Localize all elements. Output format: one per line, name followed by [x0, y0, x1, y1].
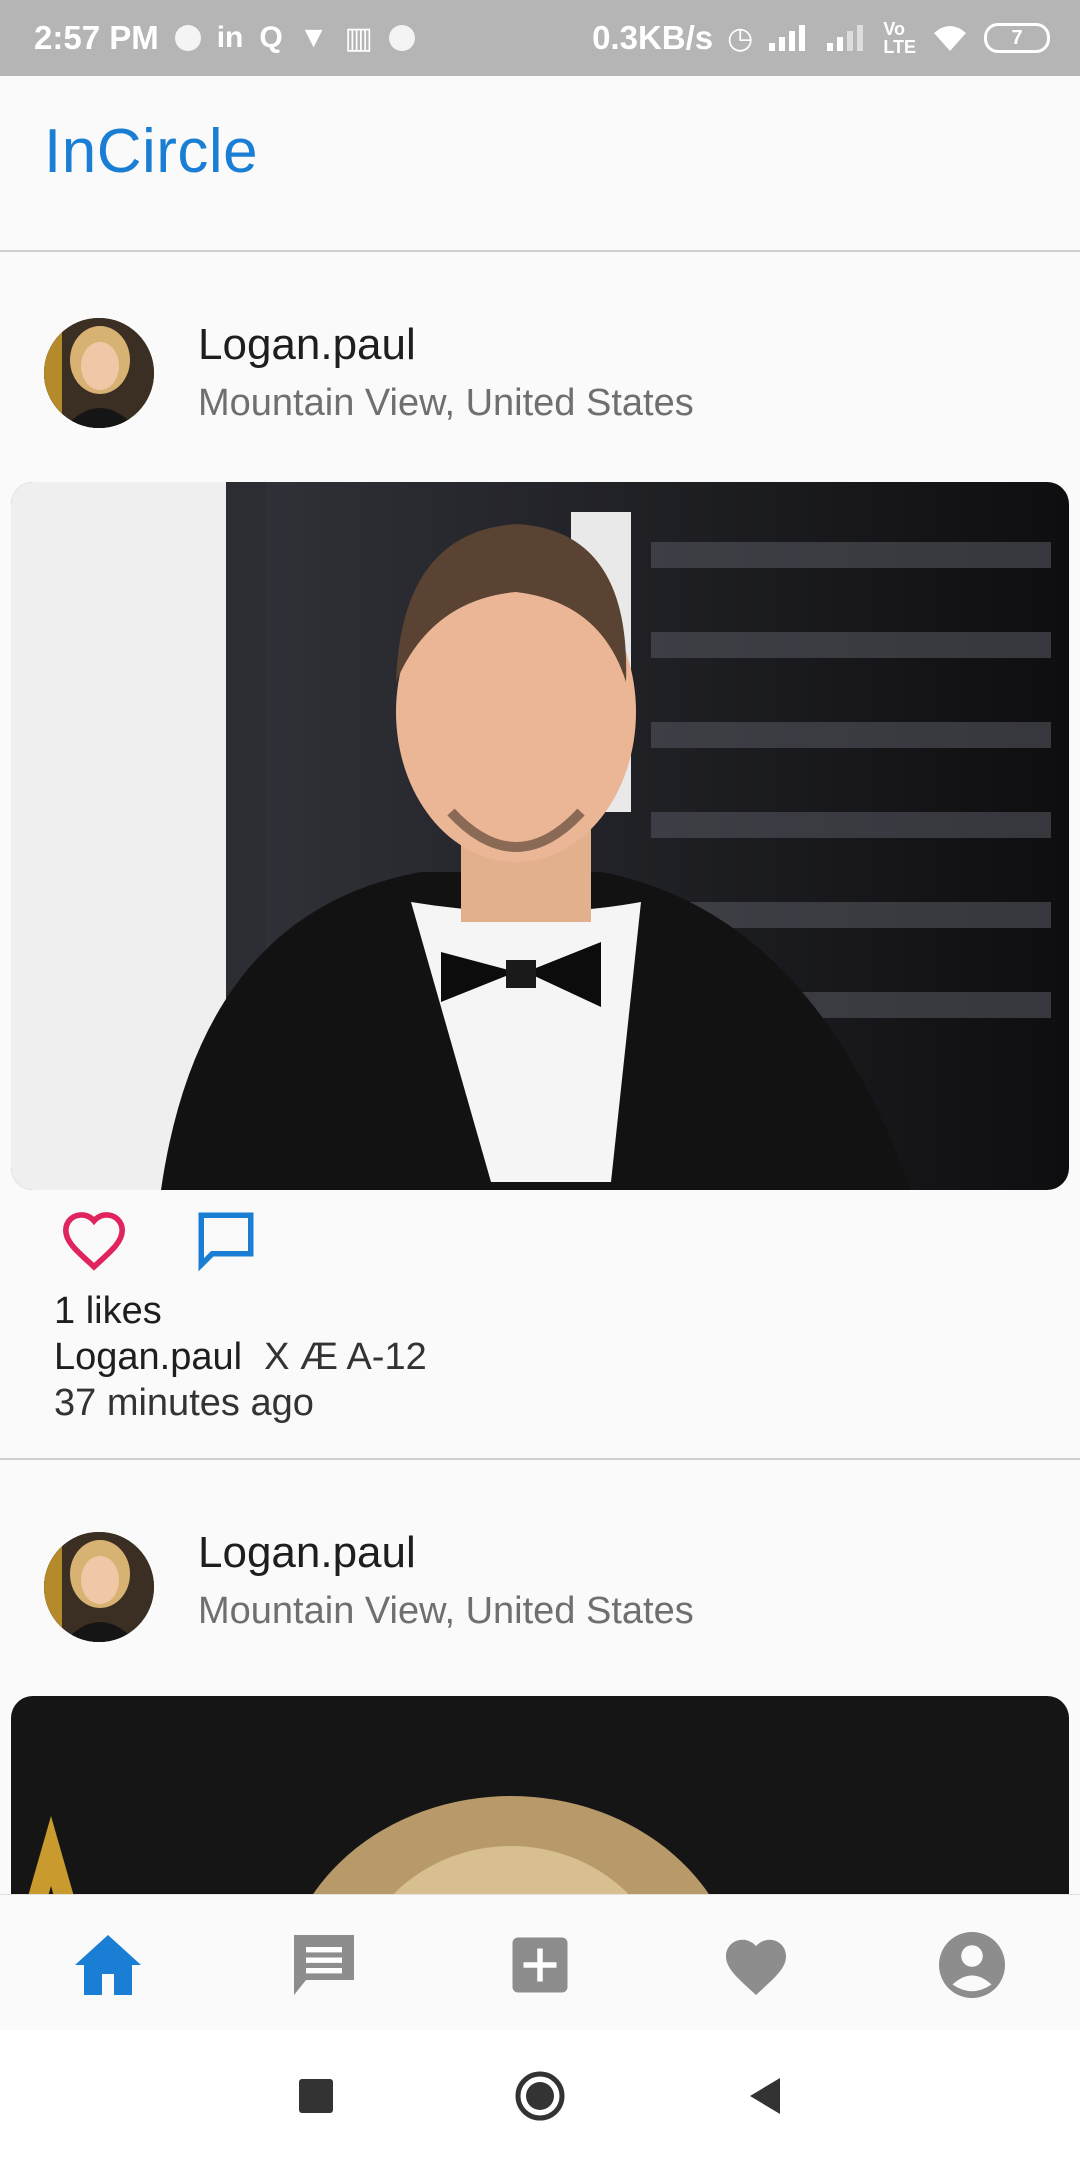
post-header: Logan.paul Mountain View, United States — [0, 1460, 1080, 1688]
post-location[interactable]: Mountain View, United States — [198, 382, 694, 425]
post-photo — [11, 1696, 1069, 1894]
book-icon: ▼ — [298, 21, 329, 54]
signal-icon — [769, 25, 806, 51]
profile-icon — [939, 1932, 1005, 1998]
post-caption: Logan.paul X Æ A-12 — [54, 1336, 427, 1379]
status-bar: 2:57 PM in Q ▼ ▥ 0.3KB/s ◷ Vo LTE 7 — [0, 0, 1080, 76]
signal-icon — [827, 25, 864, 51]
comment-button[interactable] — [186, 1200, 266, 1280]
caption-username[interactable]: Logan.paul — [54, 1336, 242, 1378]
status-time: 2:57 PM — [34, 19, 159, 56]
nav-profile[interactable] — [922, 1915, 1022, 2015]
home-icon — [75, 1935, 141, 1995]
feed[interactable]: Logan.paul Mountain View, United States — [0, 254, 1080, 1894]
home-circle-icon — [515, 2071, 565, 2121]
nav-favorites[interactable] — [706, 1915, 806, 2015]
caption-text: X Æ A-12 — [264, 1336, 427, 1378]
post-username[interactable]: Logan.paul — [198, 320, 416, 370]
post-card: Logan.paul Mountain View, United States — [0, 1460, 1080, 1894]
post-time: 37 minutes ago — [54, 1382, 314, 1424]
notification-dot-icon — [388, 25, 415, 51]
back-button[interactable] — [736, 2068, 792, 2124]
chat-icon — [294, 1935, 354, 1995]
network-speed: 0.3KB/s — [592, 19, 714, 56]
trash-icon: ▥ — [344, 21, 373, 55]
quora-icon: Q — [259, 21, 283, 54]
post-header: Logan.paul Mountain View, United States — [0, 254, 1080, 482]
avatar[interactable] — [44, 1532, 154, 1642]
back-icon — [750, 2078, 780, 2114]
add-post-icon — [512, 1937, 568, 1993]
favorites-icon — [726, 1939, 786, 1995]
nav-home[interactable] — [58, 1915, 158, 2015]
avatar-image — [44, 318, 154, 428]
nav-messages[interactable] — [274, 1915, 374, 2015]
nav-add-post[interactable] — [490, 1915, 590, 2015]
volte-icon: Vo LTE — [883, 19, 916, 57]
post-card: Logan.paul Mountain View, United States — [0, 254, 1080, 1460]
home-system-button[interactable] — [512, 2068, 568, 2124]
battery-icon: 7 — [984, 23, 1050, 53]
recents-icon — [299, 2079, 333, 2113]
wifi-icon — [934, 26, 966, 51]
post-image[interactable] — [11, 1696, 1069, 1894]
recents-button[interactable] — [288, 2068, 344, 2124]
avatar-image — [44, 1532, 154, 1642]
post-username[interactable]: Logan.paul — [198, 1528, 416, 1578]
app-bar: InCircle — [0, 76, 1080, 252]
likes-count[interactable]: 1 likes — [54, 1290, 162, 1333]
app-title: InCircle — [44, 117, 259, 186]
system-navigation-bar — [0, 2030, 1080, 2160]
battery-level: 7 — [1011, 26, 1023, 49]
heart-outline-icon — [62, 1212, 126, 1271]
linkedin-icon: in — [216, 21, 244, 54]
bottom-navigation — [0, 1894, 1080, 2030]
notification-dot-icon — [174, 25, 201, 51]
post-location[interactable]: Mountain View, United States — [198, 1590, 694, 1633]
post-photo — [11, 482, 1069, 1190]
like-button[interactable] — [54, 1200, 134, 1280]
alarm-icon: ◷ — [727, 21, 754, 55]
post-image[interactable] — [11, 482, 1069, 1190]
comment-icon — [198, 1212, 254, 1272]
avatar[interactable] — [44, 318, 154, 428]
